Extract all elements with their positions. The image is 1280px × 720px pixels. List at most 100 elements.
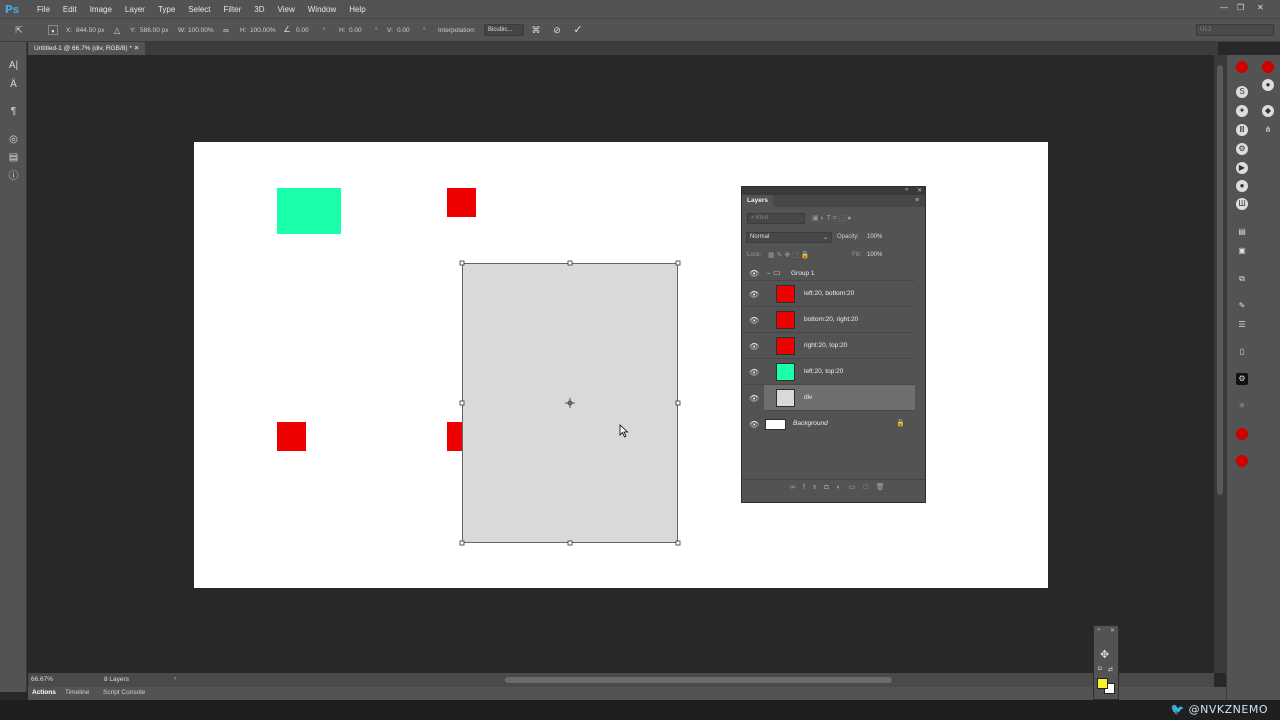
close-tab-icon[interactable]: ✕ bbox=[134, 45, 139, 52]
restore-button[interactable]: ❐ bbox=[1237, 3, 1244, 12]
menu-3d[interactable]: 3D bbox=[254, 5, 264, 14]
layer-row[interactable]: 👁 bottom:20, right:20 bbox=[742, 307, 915, 333]
brush-icon[interactable]: ✎ bbox=[1236, 300, 1248, 312]
record-icon[interactable] bbox=[1236, 428, 1248, 440]
zoom-level[interactable]: 66.67% bbox=[31, 676, 53, 683]
loading-icon[interactable]: ✳ bbox=[1236, 400, 1248, 412]
vertical-scrollbar[interactable] bbox=[1214, 55, 1226, 673]
angle-field[interactable]: 0.00 bbox=[296, 27, 309, 34]
layer-filter-select[interactable]: ⌕ Kind bbox=[747, 213, 805, 224]
layer-row[interactable]: 👁 right:20, top:20 bbox=[742, 333, 915, 359]
minimize-button[interactable]: — bbox=[1220, 3, 1228, 12]
plugin-icon[interactable]: ⚙ bbox=[1236, 143, 1248, 155]
panel-menu-icon[interactable]: ≡ bbox=[915, 197, 919, 204]
layer-row-background[interactable]: 👁 Background 🔒 bbox=[742, 411, 915, 437]
menu-help[interactable]: Help bbox=[349, 5, 365, 14]
plugin-icon[interactable]: Ш bbox=[1236, 198, 1248, 210]
move-tool-icon[interactable]: ✥ bbox=[1100, 648, 1109, 661]
menu-layer[interactable]: Layer bbox=[125, 5, 145, 14]
green-rect-left-top[interactable] bbox=[277, 188, 341, 234]
link-icon[interactable]: ∞ bbox=[221, 26, 231, 36]
menu-edit[interactable]: Edit bbox=[63, 5, 77, 14]
eye-icon[interactable]: 👁 bbox=[749, 342, 759, 351]
layer-row[interactable]: 👁 left:20, top:20 bbox=[742, 359, 915, 385]
tab-script-console[interactable]: Script Console bbox=[103, 689, 145, 696]
w-field[interactable]: 100.00% bbox=[188, 27, 214, 34]
eye-icon[interactable]: 👁 bbox=[749, 394, 759, 403]
play-icon[interactable]: ▶ bbox=[1236, 162, 1248, 174]
menu-select[interactable]: Select bbox=[188, 5, 210, 14]
fill-field[interactable]: 100% bbox=[867, 252, 882, 258]
menu-window[interactable]: Window bbox=[308, 5, 336, 14]
close-panel-icon[interactable]: ✕ bbox=[917, 187, 922, 194]
close-button[interactable]: ✕ bbox=[1257, 3, 1264, 12]
hskew-field[interactable]: 0.00 bbox=[349, 27, 362, 34]
tab-actions[interactable]: Actions bbox=[32, 689, 56, 696]
horizontal-scroll-thumb[interactable] bbox=[505, 677, 892, 683]
adjust-icon[interactable]: ☰ bbox=[1236, 319, 1248, 331]
warp-icon[interactable]: ⌘ bbox=[531, 25, 541, 35]
libraries-icon[interactable]: ◎ bbox=[6, 132, 21, 147]
record-icon[interactable] bbox=[1236, 455, 1248, 467]
close-panel-icon[interactable]: ✕ bbox=[1110, 627, 1115, 634]
info-panel-icon[interactable]: ⓘ bbox=[6, 169, 21, 184]
properties-icon[interactable]: ▤ bbox=[6, 150, 21, 165]
plugin-icon[interactable]: Ⅲ bbox=[1236, 124, 1248, 136]
y-field[interactable]: 586.00 px bbox=[140, 27, 169, 34]
paragraph-panel-icon[interactable]: ¶ bbox=[6, 104, 21, 119]
x-field[interactable]: 844.50 px bbox=[76, 27, 105, 34]
panel-icon[interactable]: ⧉ bbox=[1236, 273, 1248, 285]
menu-type[interactable]: Type bbox=[158, 5, 175, 14]
eye-icon[interactable]: 👁 bbox=[749, 269, 759, 278]
vertical-scroll-thumb[interactable] bbox=[1217, 65, 1223, 495]
eye-icon[interactable]: 👁 bbox=[749, 420, 759, 429]
interpolation-select[interactable]: Bicubic... bbox=[484, 24, 524, 36]
record-icon[interactable] bbox=[1262, 61, 1274, 73]
status-arrow-icon[interactable]: › bbox=[174, 676, 176, 682]
path-icon[interactable]: ⋔ bbox=[1262, 124, 1274, 136]
plugin-icon[interactable]: ✦ bbox=[1236, 105, 1248, 117]
swap-colors-icon[interactable]: ⇄ bbox=[1108, 666, 1113, 673]
tab-timeline[interactable]: Timeline bbox=[65, 689, 89, 696]
plugin-icon[interactable]: ● bbox=[1262, 79, 1274, 91]
layer-row[interactable]: 👁 left:20, bottom:20 bbox=[742, 281, 915, 307]
delta-icon[interactable]: △ bbox=[112, 26, 122, 36]
opacity-field[interactable]: 100% bbox=[867, 234, 882, 240]
notes-icon[interactable]: ▯ bbox=[1236, 346, 1248, 358]
layer-row-selected[interactable]: 👁 div bbox=[749, 385, 915, 411]
default-colors-icon[interactable]: ◘ bbox=[1098, 666, 1102, 672]
plugin-icon[interactable]: S bbox=[1236, 86, 1248, 98]
collapse-icon[interactable]: » bbox=[1097, 627, 1100, 633]
commit-transform-icon[interactable]: ✓ bbox=[573, 25, 583, 36]
plugin-icon[interactable]: ◆ bbox=[1262, 105, 1274, 117]
layer-actions-icons[interactable]: ∞fx◘◐▭□🗑 bbox=[790, 483, 893, 491]
div-layer-rect[interactable] bbox=[459, 260, 681, 546]
filter-icons[interactable]: ▣ ◐ T ⌗ ⬚ ● bbox=[812, 214, 851, 223]
panel-icon[interactable]: ▣ bbox=[1236, 245, 1248, 257]
layers-tab[interactable]: Layers bbox=[742, 195, 773, 207]
eye-icon[interactable]: 👁 bbox=[749, 290, 759, 299]
transform-tool-icon[interactable]: ⇱ bbox=[14, 25, 24, 35]
layers-panel-header[interactable]: » ✕ bbox=[742, 187, 925, 195]
user-icon[interactable]: ● bbox=[1236, 180, 1248, 192]
menu-file[interactable]: File bbox=[37, 5, 50, 14]
menu-filter[interactable]: Filter bbox=[224, 5, 242, 14]
foreground-color-swatch[interactable] bbox=[1097, 678, 1108, 689]
lock-icons[interactable]: ▦ ✎ ✥ ⬚ 🔒 bbox=[768, 251, 809, 259]
character-panel-icon[interactable]: A| bbox=[6, 58, 21, 73]
eye-icon[interactable]: 👁 bbox=[749, 368, 759, 377]
vskew-field[interactable]: 0.00 bbox=[397, 27, 410, 34]
eye-icon[interactable]: 👁 bbox=[749, 316, 759, 325]
workspace-select[interactable]: UI-2 bbox=[1196, 24, 1274, 36]
panel-icon[interactable]: ▤ bbox=[1236, 226, 1248, 238]
settings-icon[interactable]: ⚙ bbox=[1236, 373, 1248, 385]
blend-mode-select[interactable]: Normal ⌄ bbox=[746, 232, 832, 243]
record-icon[interactable] bbox=[1236, 61, 1248, 73]
red-rect-left-bottom[interactable] bbox=[277, 422, 306, 451]
red-rect-right-top[interactable] bbox=[447, 188, 476, 217]
expand-icon[interactable]: ⌄ bbox=[766, 269, 771, 276]
layer-row-group[interactable]: 👁 ⌄ ▭ Group 1 bbox=[742, 266, 915, 281]
collapse-icon[interactable]: » bbox=[905, 187, 908, 193]
document-tab[interactable]: Untitled-1 @ 66.7% (div, RGB/8) * ✕ bbox=[28, 42, 146, 55]
menu-image[interactable]: Image bbox=[90, 5, 112, 14]
